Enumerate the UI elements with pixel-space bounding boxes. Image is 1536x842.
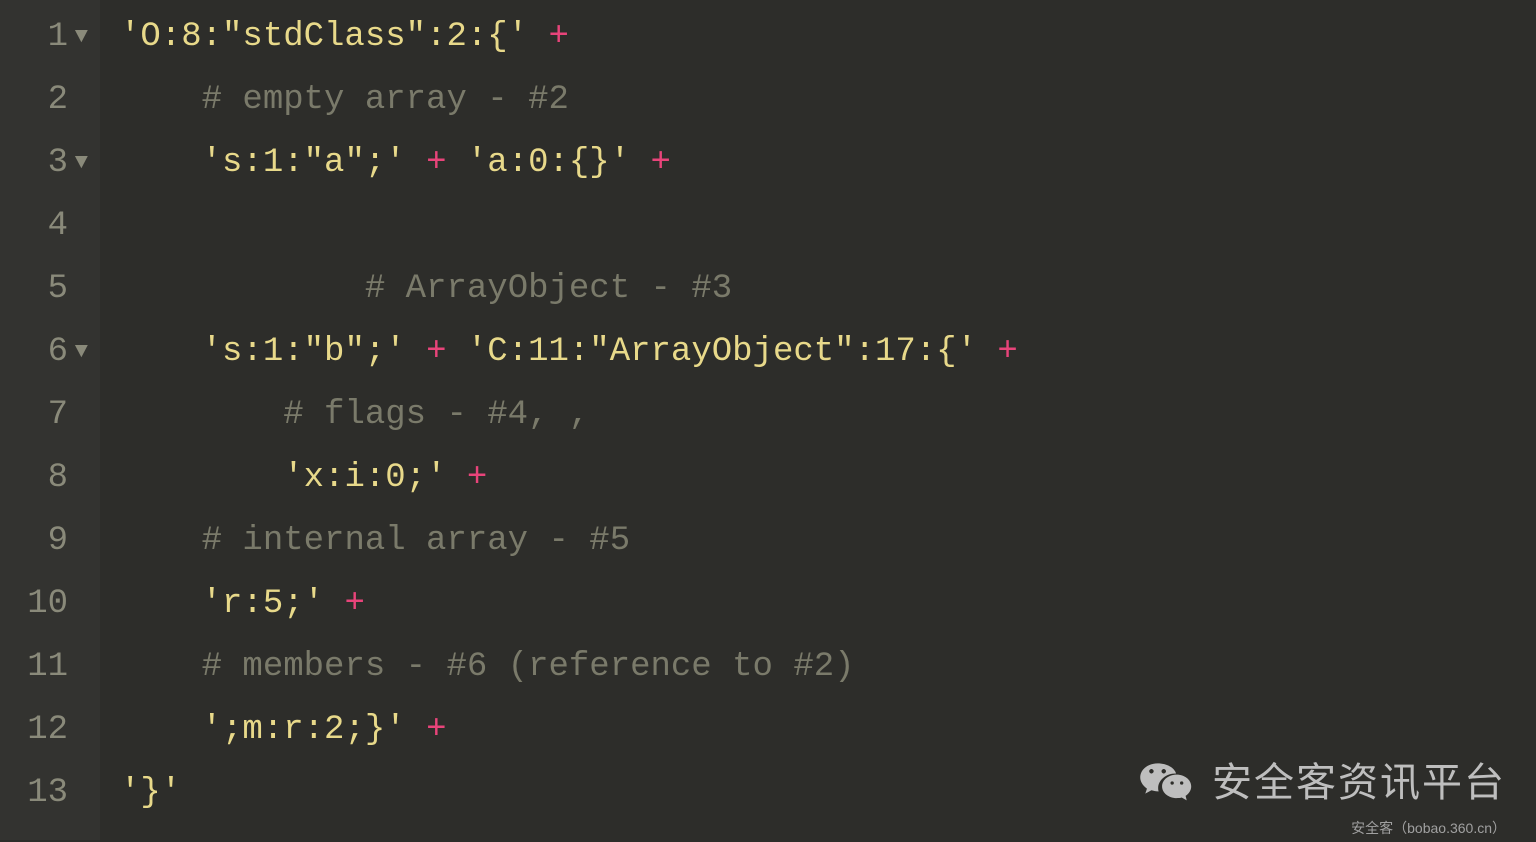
token: [446, 132, 466, 195]
code-line[interactable]: 'x:i:0;' +: [120, 447, 1536, 510]
line-number: 7: [8, 384, 88, 447]
token: [324, 573, 344, 636]
token-comment: # members - #6 (reference to #2): [202, 636, 855, 699]
fold-marker-icon[interactable]: ▼: [72, 143, 88, 184]
token: [406, 132, 426, 195]
line-number: 6▼: [8, 321, 88, 384]
token-operator: +: [426, 699, 446, 762]
token-comment: # ArrayObject - #3: [365, 258, 732, 321]
code-line[interactable]: 's:1:"b";' + 'C:11:"ArrayObject":17:{' +: [120, 321, 1536, 384]
token: [406, 321, 426, 384]
code-line[interactable]: # empty array - #2: [120, 69, 1536, 132]
watermark: 安全客资讯平台: [1138, 746, 1506, 820]
token-string: '}': [120, 762, 181, 825]
token-operator: +: [548, 6, 568, 69]
code-line[interactable]: [120, 195, 1536, 258]
token-string: 's:1:"a";': [202, 132, 406, 195]
watermark-subtext: 安全客（bobao.360.cn）: [1351, 816, 1506, 842]
token-operator: +: [651, 132, 671, 195]
code-area[interactable]: 'O:8:"stdClass":2:{' + # empty array - #…: [100, 0, 1536, 840]
token-operator: +: [467, 447, 487, 510]
line-number: 2: [8, 69, 88, 132]
token-string: 'O:8:"stdClass":2:{': [120, 6, 528, 69]
token: [446, 447, 466, 510]
fold-marker-icon[interactable]: ▼: [72, 332, 88, 373]
line-number: 1▼: [8, 6, 88, 69]
line-number: 11: [8, 636, 88, 699]
line-number: 10: [8, 573, 88, 636]
token-comment: # empty array - #2: [202, 69, 569, 132]
token: [446, 321, 466, 384]
token: [630, 132, 650, 195]
token-string: 'a:0:{}': [467, 132, 630, 195]
wechat-icon: [1138, 755, 1194, 811]
token-comment: # internal array - #5: [202, 510, 630, 573]
token: [528, 6, 548, 69]
token-operator: +: [344, 573, 364, 636]
line-number: 9: [8, 510, 88, 573]
line-number: 3▼: [8, 132, 88, 195]
line-number: 8: [8, 447, 88, 510]
token-operator: +: [426, 321, 446, 384]
code-line[interactable]: # flags - #4, ,: [120, 384, 1536, 447]
token-string: ';m:r:2;}': [202, 699, 406, 762]
code-line[interactable]: # internal array - #5: [120, 510, 1536, 573]
line-number-gutter: 1▼23▼456▼78910111213: [0, 0, 100, 840]
line-number: 12: [8, 699, 88, 762]
line-number: 13: [8, 762, 88, 825]
code-line[interactable]: # members - #6 (reference to #2): [120, 636, 1536, 699]
token-string: 'C:11:"ArrayObject":17:{': [467, 321, 977, 384]
token-string: 'r:5;': [202, 573, 324, 636]
fold-marker-icon[interactable]: ▼: [72, 17, 88, 58]
code-editor[interactable]: 1▼23▼456▼78910111213 'O:8:"stdClass":2:{…: [0, 0, 1536, 840]
code-line[interactable]: 'r:5;' +: [120, 573, 1536, 636]
token: [406, 699, 426, 762]
line-number: 5: [8, 258, 88, 321]
token: [977, 321, 997, 384]
token-string: 's:1:"b";': [202, 321, 406, 384]
token-comment: # flags - #4, ,: [283, 384, 589, 447]
code-line[interactable]: # ArrayObject - #3: [120, 258, 1536, 321]
watermark-text: 安全客资讯平台: [1212, 746, 1506, 820]
code-line[interactable]: 'O:8:"stdClass":2:{' +: [120, 6, 1536, 69]
token-operator: +: [426, 132, 446, 195]
code-line[interactable]: 's:1:"a";' + 'a:0:{}' +: [120, 132, 1536, 195]
token-string: 'x:i:0;': [283, 447, 446, 510]
line-number: 4: [8, 195, 88, 258]
token-operator: +: [997, 321, 1017, 384]
